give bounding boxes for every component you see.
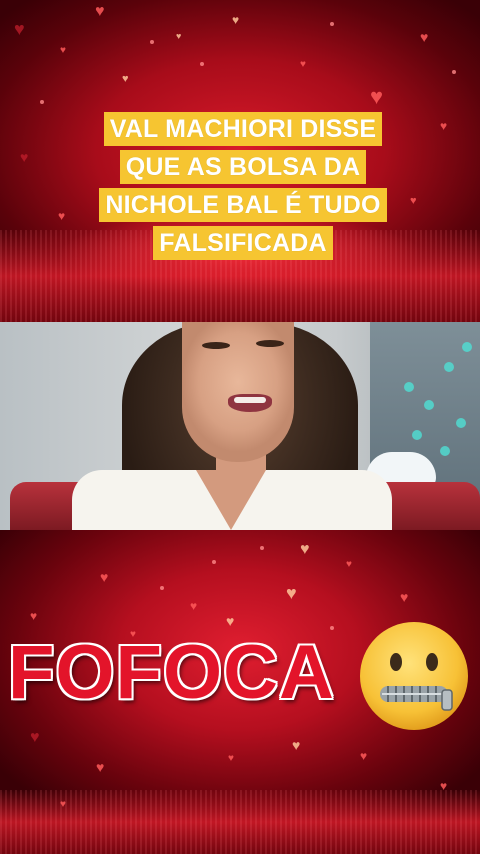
sparkle — [452, 70, 456, 74]
caption-line: NICHOLE BAL É TUDO — [99, 188, 387, 222]
glitter-floor — [0, 790, 480, 854]
heart-icon: ♥ — [440, 779, 448, 793]
heart-icon: ♥ — [440, 119, 448, 133]
person-eye — [202, 342, 230, 349]
heart-icon: ♥ — [14, 19, 25, 39]
video-still — [0, 322, 480, 530]
caption-line: FALSIFICADA — [153, 226, 333, 260]
person-teeth — [234, 397, 266, 403]
studio-light — [440, 446, 450, 456]
heart-icon: ♥ — [420, 29, 429, 45]
zipper-mouth-face-icon — [358, 620, 470, 732]
heart-icon: ♥ — [20, 149, 29, 165]
heart-icon: ♥ — [190, 599, 198, 613]
heart-icon: ♥ — [60, 799, 66, 810]
heart-icon: ♥ — [370, 84, 384, 109]
sparkle — [200, 62, 204, 66]
heart-icon: ♥ — [228, 753, 234, 764]
heart-icon: ♥ — [176, 31, 182, 41]
heart-icon: ♥ — [292, 737, 301, 753]
caption-line: VAL MACHIORI DISSE — [103, 112, 383, 146]
heart-icon: ♥ — [300, 59, 306, 70]
heart-icon: ♥ — [300, 541, 310, 558]
heart-icon: ♥ — [410, 195, 417, 207]
sparkle — [150, 40, 154, 44]
heart-icon: ♥ — [100, 569, 109, 585]
heart-icon: ♥ — [226, 613, 235, 629]
heart-icon: ♥ — [360, 749, 368, 763]
heart-icon: ♥ — [30, 729, 40, 746]
heart-icon: ♥ — [30, 609, 38, 623]
studio-light — [424, 400, 434, 410]
sparkle — [40, 100, 44, 104]
person-eye — [256, 340, 284, 347]
studio-light — [462, 342, 472, 352]
sparkle — [330, 22, 334, 26]
heart-icon: ♥ — [286, 583, 297, 603]
video-frame: ♥ ♥ ♥ ♥ ♥ ♥ ♥ ♥ ♥ ♥ ♥ ♥ ♥ VAL MACHIORI D… — [0, 0, 480, 854]
caption-line: QUE AS BOLSA DA — [119, 150, 367, 184]
heart-icon: ♥ — [96, 759, 105, 775]
sparkle — [260, 546, 264, 550]
heart-icon: ♥ — [346, 559, 352, 570]
heart-icon: ♥ — [60, 45, 66, 56]
heart-icon: ♥ — [400, 589, 409, 605]
studio-light — [412, 430, 422, 440]
studio-light — [456, 418, 466, 428]
heart-icon: ♥ — [232, 13, 240, 27]
sparkle — [160, 586, 164, 590]
fofoca-title: FOFOCA — [8, 630, 335, 715]
heart-icon: ♥ — [95, 3, 105, 20]
heart-icon: ♥ — [58, 209, 66, 223]
heart-icon: ♥ — [122, 73, 129, 85]
studio-light — [404, 382, 414, 392]
sparkle — [212, 560, 216, 564]
studio-light — [444, 362, 454, 372]
caption-box: VAL MACHIORI DISSE QUE AS BOLSA DA NICHO… — [93, 112, 393, 264]
